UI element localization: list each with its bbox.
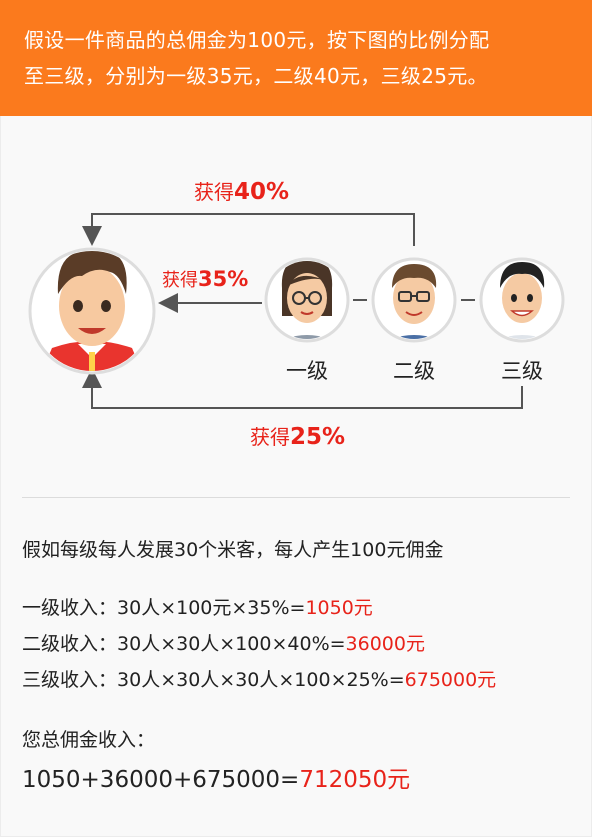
arrow-bottom-value: 25%	[290, 424, 345, 450]
income-row-level-2: 二级收入：30人×30人×100×40%=36000元	[22, 626, 582, 662]
row-label: 一级收入：	[22, 597, 118, 619]
arrow-bottom-prefix: 获得	[250, 425, 290, 449]
arrow-bottom-label: 获得25%	[250, 424, 345, 450]
arrow-mid-value: 35%	[198, 267, 248, 291]
level-3-avatar	[479, 257, 565, 343]
row-label: 二级收入：	[22, 633, 118, 655]
intro-text: 假如每级每人发展30个米客，每人产生100元佣金	[22, 539, 444, 561]
income-info: 假如每级每人发展30个米客，每人产生100元佣金 一级收入：30人×100元×3…	[22, 532, 582, 802]
level-1-avatar	[264, 257, 350, 343]
total-result: 712050元	[299, 767, 411, 793]
total-formula: 1050+36000+675000=	[22, 767, 300, 793]
header-line-1: 假设一件商品的总佣金为100元，按下图的比例分配	[24, 28, 490, 52]
row-result: 1050元	[305, 597, 373, 619]
arrow-mid-prefix: 获得	[162, 270, 198, 291]
row-formula: 30人×30人×30人×100×25%=	[117, 669, 405, 691]
commission-diagram: 获得40% 获得35% 获得25% 一级 二级 三级	[28, 179, 565, 450]
arrow-top-line	[82, 213, 415, 246]
total-row: 1050+36000+675000=712050元	[22, 758, 582, 802]
section-divider	[22, 497, 570, 498]
arrow-top-prefix: 获得	[194, 180, 234, 204]
row-result: 36000元	[345, 633, 425, 655]
level-2-label: 二级	[393, 359, 435, 383]
level-2-avatar	[371, 257, 457, 343]
main-avatar	[28, 247, 156, 375]
header-line-2: 至三级，分别为一级35元，二级40元，三级25元。	[24, 64, 488, 88]
level-1-label: 一级	[286, 359, 328, 383]
arrow-top-label: 获得40%	[194, 179, 289, 205]
total-label: 您总佣金收入：	[22, 729, 156, 751]
row-label: 三级收入：	[22, 669, 118, 691]
header-banner: 假设一件商品的总佣金为100元，按下图的比例分配 至三级，分别为一级35元，二级…	[0, 0, 592, 116]
level-3-label: 三级	[501, 359, 543, 383]
row-formula: 30人×30人×100×40%=	[117, 633, 346, 655]
row-result: 675000元	[404, 669, 497, 691]
income-row-level-1: 一级收入：30人×100元×35%=1050元	[22, 590, 582, 626]
income-row-level-3: 三级收入：30人×30人×30人×100×25%=675000元	[22, 662, 582, 698]
row-formula: 30人×100元×35%=	[117, 597, 306, 619]
arrow-mid-label: 获得35%	[162, 267, 248, 291]
arrow-top-value: 40%	[234, 179, 289, 205]
